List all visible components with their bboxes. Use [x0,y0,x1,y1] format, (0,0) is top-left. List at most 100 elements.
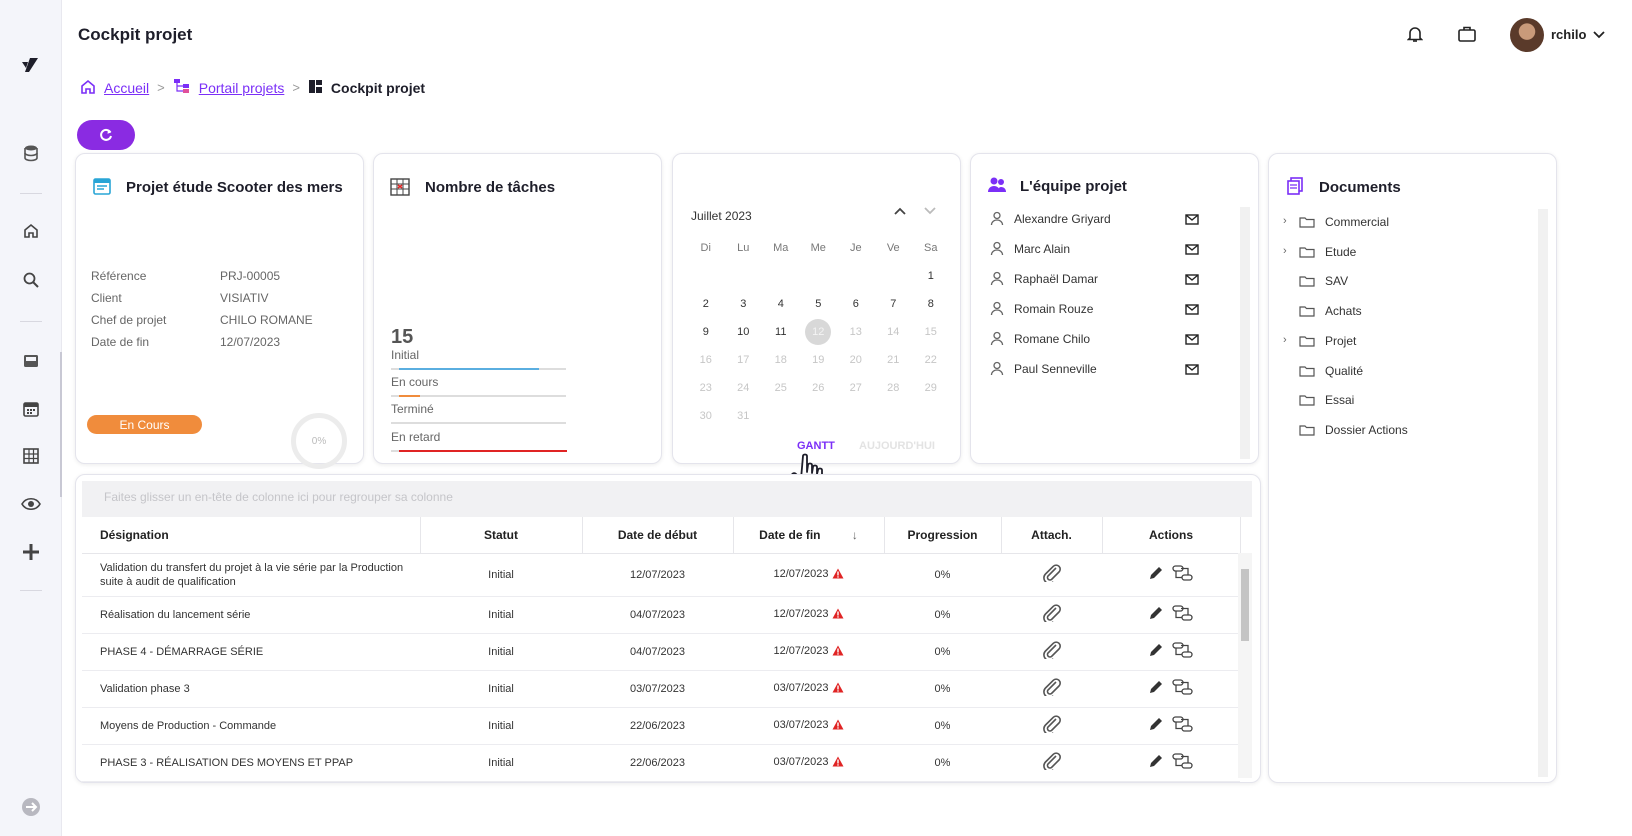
calendar-day[interactable]: 7 [875,298,913,310]
edit-pencil-icon[interactable] [1148,679,1164,698]
column-header-actions[interactable]: Actions [1102,517,1241,554]
link-task-icon[interactable] [1172,678,1194,699]
table-row[interactable]: PHASE 4 - DÉMARRAGE SÉRIE Initial 04/07/20… [82,633,1240,671]
calendar-day[interactable]: 2 [687,298,725,310]
paperclip-icon[interactable] [1041,752,1063,773]
link-task-icon[interactable] [1172,715,1194,736]
calendar-icon[interactable] [0,394,62,424]
chevron-right-icon[interactable]: › [1283,245,1287,257]
edit-pencil-icon[interactable] [1148,642,1164,661]
chevron-down-icon[interactable] [1593,26,1605,44]
calendar-day[interactable]: 29 [912,382,950,394]
mail-icon[interactable] [1185,272,1199,290]
team-member[interactable]: Paul Senneville [990,360,1097,378]
search-icon[interactable] [0,265,62,295]
calendar-day[interactable]: 5 [800,298,838,310]
grid-scrollbar[interactable] [1238,553,1252,778]
mail-icon[interactable] [1185,332,1199,350]
breadcrumb-portal-link[interactable]: Portail projets [199,80,285,96]
group-drop-zone[interactable]: Faites glisser un en-tête de colonne ici… [82,481,1252,517]
calendar-day[interactable]: 17 [725,354,763,366]
calendar-day[interactable]: 15 [912,326,950,338]
column-header-status[interactable]: Statut [420,517,583,554]
calendar-day[interactable]: 19 [800,354,838,366]
plus-icon[interactable] [0,537,62,567]
mail-icon[interactable] [1185,302,1199,320]
paperclip-icon[interactable] [1041,641,1063,662]
bell-icon[interactable] [1403,22,1427,46]
calendar-day[interactable]: 11 [762,326,800,338]
column-header-start-date[interactable]: Date de début [582,517,734,554]
sort-down-icon[interactable]: ↓ [852,528,858,542]
gantt-button[interactable]: GANTT [797,440,835,452]
edit-pencil-icon[interactable] [1148,605,1164,624]
chevron-right-icon[interactable]: › [1283,334,1287,346]
breadcrumb-home-link[interactable]: Accueil [104,80,149,96]
calendar-day[interactable]: 26 [800,382,838,394]
calendar-day[interactable]: 12 [800,319,838,345]
table-row[interactable]: Réalisation du lancement série Initial 04/… [82,596,1240,634]
username[interactable]: rchilo [1551,27,1586,42]
team-member[interactable]: Romane Chilo [990,330,1090,348]
calendar-day[interactable]: 25 [762,382,800,394]
mail-icon[interactable] [1185,242,1199,260]
calendar-day[interactable]: 14 [875,326,913,338]
home-icon[interactable] [0,216,62,246]
table-row[interactable]: Moyens de Production - Commande Initial 22… [82,707,1240,745]
calendar-day[interactable]: 30 [687,410,725,422]
link-task-icon[interactable] [1172,752,1194,773]
edit-pencil-icon[interactable] [1148,565,1164,584]
calendar-day[interactable]: 20 [837,354,875,366]
chevron-right-icon[interactable]: › [1283,215,1287,227]
calendar-day[interactable]: 23 [687,382,725,394]
column-header-attachments[interactable]: Attach. [1001,517,1103,554]
team-member[interactable]: Marc Alain [990,240,1070,258]
home-icon[interactable] [80,79,96,97]
table-row[interactable]: PHASE 3 - RÉALISATION DES MOYENS ET PPAP… [82,744,1240,782]
calendar-day[interactable]: 6 [837,298,875,310]
today-button[interactable]: AUJOURD'HUI [859,440,935,452]
calendar-day[interactable]: 28 [875,382,913,394]
column-header-progress[interactable]: Progression [884,517,1002,554]
grid-scrollbar-thumb[interactable] [1241,569,1249,641]
avatar[interactable] [1510,18,1544,52]
team-member[interactable]: Romain Rouze [990,300,1093,318]
documents-scrollbar[interactable] [1538,209,1548,777]
calendar-day[interactable]: 4 [762,298,800,310]
app-logo-icon[interactable] [0,50,62,80]
column-header-designation[interactable]: Désignation [82,517,421,554]
team-member[interactable]: Raphaël Damar [990,270,1098,288]
calendar-day[interactable]: 13 [837,326,875,338]
table-row[interactable]: Validation du transfert du projet à la v… [82,553,1240,597]
team-member[interactable]: Alexandre Griyard [990,210,1111,228]
edit-pencil-icon[interactable] [1148,753,1164,772]
edit-pencil-icon[interactable] [1148,716,1164,735]
paperclip-icon[interactable] [1041,564,1063,585]
eye-icon[interactable] [0,489,62,519]
calendar-day[interactable]: 27 [837,382,875,394]
expand-sidebar-icon[interactable] [0,792,62,822]
mail-icon[interactable] [1185,362,1199,380]
calendar-day[interactable]: 1 [912,270,950,282]
table-icon[interactable] [0,441,62,471]
calendar-day[interactable]: 3 [725,298,763,310]
chevron-down-icon[interactable] [923,204,937,219]
calendar-day[interactable]: 8 [912,298,950,310]
calendar-day[interactable]: 31 [725,410,763,422]
calendar-day[interactable]: 24 [725,382,763,394]
calendar-day[interactable]: 18 [762,354,800,366]
paperclip-icon[interactable] [1041,715,1063,736]
chevron-up-icon[interactable] [893,204,907,219]
calendar-day[interactable]: 21 [875,354,913,366]
calendar-day[interactable]: 10 [725,326,763,338]
link-task-icon[interactable] [1172,641,1194,662]
team-scrollbar[interactable] [1240,207,1250,459]
link-task-icon[interactable] [1172,604,1194,625]
paperclip-icon[interactable] [1041,604,1063,625]
briefcase-icon[interactable] [1455,22,1479,46]
database-icon[interactable] [0,138,62,168]
mail-icon[interactable] [1185,212,1199,230]
refresh-button[interactable] [77,120,135,150]
paperclip-icon[interactable] [1041,678,1063,699]
inbox-icon[interactable] [0,346,62,376]
